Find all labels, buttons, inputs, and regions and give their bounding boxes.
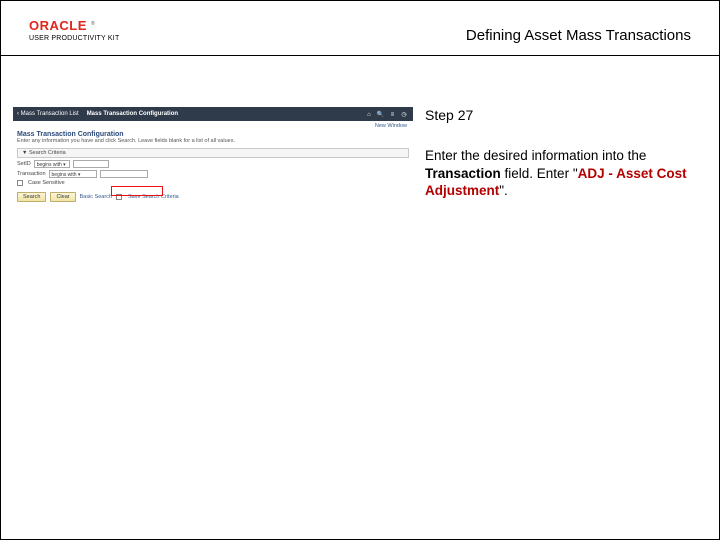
search-icon[interactable]: 🔍 [376, 111, 386, 118]
help-text: Enter any information you have and click… [13, 138, 413, 148]
row-case-sensitive: Case Sensitive [13, 180, 413, 188]
instruction-mid: field. Enter " [501, 166, 578, 181]
screenshot-column: ‹ Mass Transaction List Mass Transaction… [1, 57, 413, 539]
header-divider [1, 55, 719, 56]
case-sensitive-checkbox[interactable] [17, 180, 23, 186]
new-window-link[interactable]: New Window [13, 121, 413, 129]
notifications-icon[interactable]: ◷ [399, 111, 409, 118]
button-row: Search Clear Basic Search Save Search Cr… [13, 188, 413, 202]
page-header: ORACLE ® USER PRODUCTIVITY KIT Defining … [1, 1, 719, 57]
back-link[interactable]: ‹ Mass Transaction List [17, 111, 79, 117]
section-title: Mass Transaction Configuration [13, 129, 413, 138]
instruction-post: ". [499, 183, 508, 198]
setid-label: SetID [17, 161, 31, 167]
step-label: Step 27 [425, 107, 691, 123]
save-criteria-link[interactable]: Save Search Criteria [128, 194, 179, 200]
tab-mass-trans-config[interactable]: Mass Transaction Configuration [87, 111, 178, 117]
row-setid: SetID begins with ▾ [13, 160, 413, 170]
home-icon[interactable]: ⌂ [364, 112, 374, 118]
page-body: ‹ Mass Transaction List Mass Transaction… [1, 57, 719, 539]
menu-icon[interactable]: ≡ [387, 112, 397, 118]
oracle-logo: ORACLE ® [29, 19, 103, 33]
brand-subtitle: USER PRODUCTIVITY KIT [29, 35, 119, 42]
clear-button[interactable]: Clear [50, 192, 75, 202]
topbar-actions: ⌂ 🔍 ≡ ◷ [364, 111, 409, 118]
case-sensitive-label: Case Sensitive [28, 180, 65, 186]
svg-text:®: ® [91, 20, 95, 27]
setid-input[interactable] [73, 160, 109, 168]
page: ORACLE ® USER PRODUCTIVITY KIT Defining … [0, 0, 720, 540]
instruction-field-name: Transaction [425, 166, 501, 181]
app-screenshot: ‹ Mass Transaction List Mass Transaction… [13, 107, 413, 233]
setid-operator-select[interactable]: begins with ▾ [34, 160, 70, 168]
row-transaction: Transaction begins with ▾ [13, 170, 413, 180]
instruction-text: Enter the desired information into the T… [425, 147, 691, 200]
transaction-label: Transaction [17, 171, 46, 177]
basic-search-link[interactable]: Basic Search [80, 194, 112, 200]
search-button[interactable]: Search [17, 192, 46, 202]
instruction-column: Step 27 Enter the desired information in… [413, 57, 719, 539]
brand-logo-block: ORACLE ® USER PRODUCTIVITY KIT [29, 19, 119, 42]
instruction-pre: Enter the desired information into the [425, 148, 646, 163]
search-criteria-toggle[interactable]: ▼ Search Criteria [17, 148, 409, 158]
screenshot-topbar: ‹ Mass Transaction List Mass Transaction… [13, 107, 413, 121]
document-title: Defining Asset Mass Transactions [466, 27, 691, 44]
transaction-operator-select[interactable]: begins with ▾ [49, 170, 97, 178]
transaction-input[interactable] [100, 170, 148, 178]
save-criteria-checkbox[interactable] [116, 194, 122, 200]
svg-text:ORACLE: ORACLE [29, 19, 87, 33]
